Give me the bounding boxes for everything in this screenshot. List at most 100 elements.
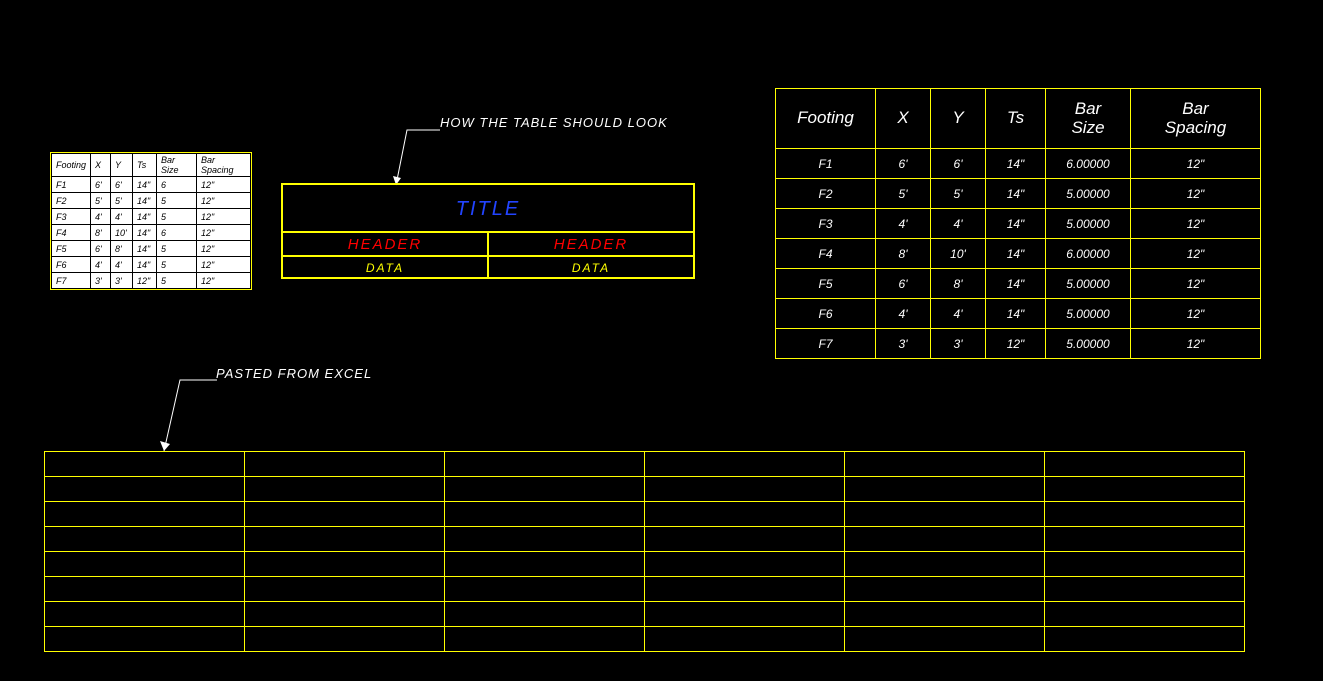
empty-cell bbox=[445, 527, 645, 552]
ole-data-cell: 14" bbox=[133, 193, 157, 209]
empty-cell bbox=[45, 477, 245, 502]
empty-cell bbox=[245, 502, 445, 527]
cad-data-cell: 14" bbox=[986, 209, 1046, 239]
cad-data-cell: 8' bbox=[876, 239, 931, 269]
cad-data-cell: 4' bbox=[876, 299, 931, 329]
empty-cell bbox=[45, 527, 245, 552]
ole-data-cell: 14" bbox=[133, 241, 157, 257]
ole-data-cell: 5 bbox=[157, 273, 197, 289]
empty-cell bbox=[445, 552, 645, 577]
cad-data-cell: 14" bbox=[986, 179, 1046, 209]
ole-data-cell: F2 bbox=[52, 193, 91, 209]
empty-cell bbox=[845, 627, 1045, 652]
ole-header-cell: Y bbox=[111, 154, 133, 177]
ole-data-cell: 6' bbox=[91, 177, 111, 193]
empty-cell bbox=[845, 452, 1045, 477]
style-data-cell: DATA bbox=[282, 256, 488, 278]
empty-cell bbox=[45, 452, 245, 477]
empty-cell bbox=[845, 502, 1045, 527]
ole-data-cell: 5 bbox=[157, 241, 197, 257]
cad-data-cell: 12" bbox=[1131, 299, 1261, 329]
empty-cell bbox=[45, 627, 245, 652]
empty-cell bbox=[45, 502, 245, 527]
ole-data-cell: 3' bbox=[111, 273, 133, 289]
ole-data-cell: 4' bbox=[91, 209, 111, 225]
empty-cell bbox=[245, 527, 445, 552]
ole-data-cell: 5 bbox=[157, 209, 197, 225]
cad-header-cell: BarSpacing bbox=[1131, 89, 1261, 149]
cad-data-cell: 10' bbox=[931, 239, 986, 269]
cad-data-cell: 14" bbox=[986, 239, 1046, 269]
empty-cell bbox=[645, 552, 845, 577]
cad-data-cell: F3 bbox=[776, 209, 876, 239]
empty-cell bbox=[845, 602, 1045, 627]
empty-cell bbox=[845, 552, 1045, 577]
empty-cell bbox=[1045, 577, 1245, 602]
cad-data-cell: 12" bbox=[1131, 149, 1261, 179]
cad-data-cell: 14" bbox=[986, 299, 1046, 329]
empty-cell bbox=[45, 552, 245, 577]
empty-cell bbox=[245, 577, 445, 602]
style-demo-table[interactable]: TITLE HEADER HEADER DATA DATA bbox=[281, 183, 695, 279]
ole-data-cell: 4' bbox=[91, 257, 111, 273]
empty-cell bbox=[445, 577, 645, 602]
cad-data-cell: 8' bbox=[931, 269, 986, 299]
empty-cell bbox=[845, 527, 1045, 552]
empty-cell bbox=[1045, 477, 1245, 502]
empty-cell bbox=[645, 577, 845, 602]
cad-data-cell: 3' bbox=[876, 329, 931, 359]
empty-cell bbox=[1045, 602, 1245, 627]
ole-data-cell: 12" bbox=[197, 177, 251, 193]
ole-data-cell: 3' bbox=[91, 273, 111, 289]
empty-cell bbox=[1045, 527, 1245, 552]
empty-cell bbox=[445, 452, 645, 477]
ole-data-cell: 12" bbox=[197, 209, 251, 225]
empty-cell bbox=[45, 602, 245, 627]
ole-data-cell: 12" bbox=[133, 273, 157, 289]
empty-cell bbox=[245, 552, 445, 577]
cad-data-cell: 5.00000 bbox=[1046, 209, 1131, 239]
paste-leader-line bbox=[160, 378, 218, 456]
cad-header-cell: X bbox=[876, 89, 931, 149]
cad-data-cell: 5' bbox=[931, 179, 986, 209]
cad-data-cell: 12" bbox=[986, 329, 1046, 359]
ole-data-cell: 6' bbox=[91, 241, 111, 257]
ole-data-cell: 12" bbox=[197, 273, 251, 289]
ole-data-cell: 14" bbox=[133, 177, 157, 193]
empty-cell bbox=[245, 627, 445, 652]
ole-data-cell: 5 bbox=[157, 193, 197, 209]
style-title-cell: TITLE bbox=[282, 184, 694, 232]
cad-data-cell: F6 bbox=[776, 299, 876, 329]
empty-cell bbox=[645, 527, 845, 552]
empty-cell bbox=[445, 502, 645, 527]
empty-cell bbox=[645, 602, 845, 627]
ole-data-cell: 14" bbox=[133, 257, 157, 273]
empty-cell bbox=[1045, 452, 1245, 477]
paste-note: PASTED FROM EXCEL bbox=[216, 366, 372, 381]
ole-data-cell: 4' bbox=[111, 209, 133, 225]
ole-data-cell: F1 bbox=[52, 177, 91, 193]
pasted-empty-grid[interactable] bbox=[44, 451, 1245, 652]
ole-excel-table[interactable]: FootingXYTsBar SizeBar SpacingF16'6'14"6… bbox=[50, 152, 252, 290]
cad-data-cell: 4' bbox=[931, 299, 986, 329]
ole-data-cell: 12" bbox=[197, 193, 251, 209]
empty-cell bbox=[845, 477, 1045, 502]
empty-cell bbox=[645, 477, 845, 502]
ole-header-cell: Bar Spacing bbox=[197, 154, 251, 177]
empty-cell bbox=[45, 577, 245, 602]
ole-data-cell: F7 bbox=[52, 273, 91, 289]
cad-header-cell: Footing bbox=[776, 89, 876, 149]
cad-header-cell: Ts bbox=[986, 89, 1046, 149]
cad-data-cell: 5.00000 bbox=[1046, 329, 1131, 359]
cad-data-cell: 12" bbox=[1131, 269, 1261, 299]
cad-header-cell: Y bbox=[931, 89, 986, 149]
empty-cell bbox=[445, 602, 645, 627]
cad-footing-table[interactable]: FootingXYTsBarSizeBarSpacing F16'6'14"6.… bbox=[775, 88, 1261, 359]
cad-data-cell: 4' bbox=[876, 209, 931, 239]
style-header-cell: HEADER bbox=[282, 232, 488, 256]
ole-header-cell: Bar Size bbox=[157, 154, 197, 177]
cad-data-cell: 5.00000 bbox=[1046, 179, 1131, 209]
cad-data-cell: 5.00000 bbox=[1046, 269, 1131, 299]
cad-data-cell: 6.00000 bbox=[1046, 149, 1131, 179]
empty-cell bbox=[445, 477, 645, 502]
